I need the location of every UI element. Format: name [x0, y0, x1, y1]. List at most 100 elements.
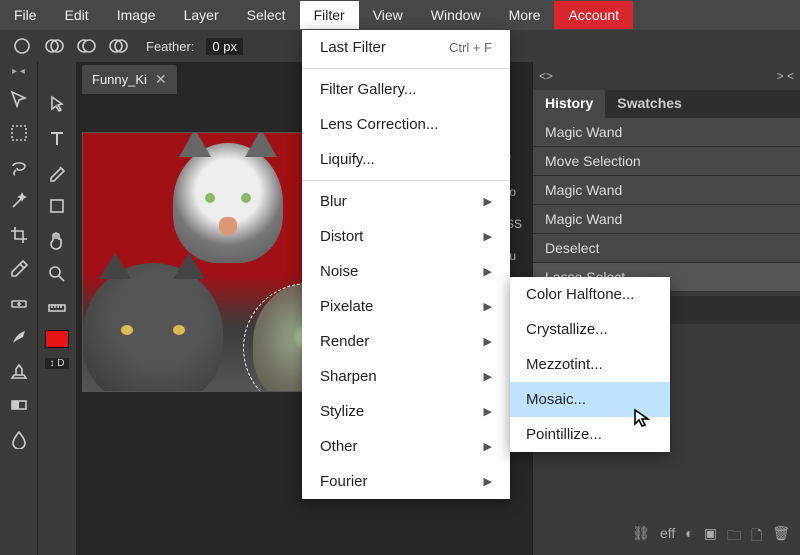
submenu-arrow-icon: ▶: [484, 405, 492, 418]
menu-item-stylize[interactable]: Stylize ▶: [302, 394, 510, 429]
document-tab-title: Funny_Ki: [92, 72, 147, 87]
history-item[interactable]: Magic Wand: [533, 176, 800, 205]
healing-brush-tool-icon[interactable]: [7, 291, 31, 315]
menu-item-label: Stylize: [320, 403, 364, 420]
submenu-item-color-halftone[interactable]: Color Halftone...: [510, 277, 670, 312]
history-item[interactable]: Magic Wand: [533, 118, 800, 147]
history-item[interactable]: Move Selection: [533, 147, 800, 176]
submenu-arrow-icon: ▶: [484, 195, 492, 208]
selection-new-icon[interactable]: [10, 34, 34, 58]
crop-tool-icon[interactable]: [7, 223, 31, 247]
submenu-arrow-icon: ▶: [484, 335, 492, 348]
move-tool-icon[interactable]: [7, 87, 31, 111]
menu-item-render[interactable]: Render ▶: [302, 324, 510, 359]
blur-tool-icon[interactable]: [7, 427, 31, 451]
new-group-icon[interactable]: 🗀: [727, 525, 741, 549]
brush-tool-icon[interactable]: [7, 325, 31, 349]
menu-item-label: Noise: [320, 263, 358, 280]
collapse-tools-icon[interactable]: ▸ ◂: [12, 66, 25, 77]
menu-item-other[interactable]: Other ▶: [302, 429, 510, 464]
shape-tool-icon[interactable]: [45, 194, 69, 218]
tools-column-b: ↕ D: [38, 62, 76, 555]
menu-layer[interactable]: Layer: [170, 1, 233, 29]
menu-item-blur[interactable]: Blur▶: [302, 184, 510, 219]
clone-stamp-tool-icon[interactable]: [7, 359, 31, 383]
menu-item-label: Mezzotint...: [526, 356, 603, 373]
menu-item-label: Distort: [320, 228, 363, 245]
history-list: Magic Wand Move Selection Magic Wand Mag…: [533, 118, 800, 292]
menu-item-label: Mosaic...: [526, 391, 586, 408]
menu-item-sharpen[interactable]: Sharpen▶: [302, 359, 510, 394]
menu-item-distort[interactable]: Distort ▶: [302, 219, 510, 254]
menu-more[interactable]: More: [495, 1, 555, 29]
submenu-arrow-icon: ▶: [484, 300, 492, 313]
adjustment-layer-icon[interactable]: ◐: [685, 525, 693, 549]
history-panel: History Swatches Magic Wand Move Selecti…: [533, 90, 800, 292]
zoom-tool-icon[interactable]: [45, 262, 69, 286]
tools-column-a: ▸ ◂: [0, 62, 38, 555]
feather-value[interactable]: 0 px: [206, 38, 243, 55]
menu-filter[interactable]: Filter: [300, 1, 359, 29]
ruler-tool-icon[interactable]: [45, 296, 69, 320]
close-document-icon[interactable]: ✕: [155, 71, 167, 88]
menu-item-filter-gallery[interactable]: Filter Gallery...: [302, 72, 510, 107]
menu-item-last-filter[interactable]: Last Filter Ctrl + F: [302, 30, 510, 65]
menu-item-lens-correction[interactable]: Lens Correction...: [302, 107, 510, 142]
menu-item-pixelate[interactable]: Pixelate▶: [302, 289, 510, 324]
collapsed-tab-diamond-icon[interactable]: <>: [535, 66, 557, 86]
menu-window[interactable]: Window: [417, 1, 495, 29]
history-item[interactable]: Deselect: [533, 234, 800, 263]
menu-item-label: Render: [320, 333, 369, 350]
pen-tool-icon[interactable]: [45, 160, 69, 184]
menu-item-noise[interactable]: Noise▶: [302, 254, 510, 289]
menu-item-label: Filter Gallery...: [320, 81, 416, 98]
menu-file[interactable]: File: [0, 1, 51, 29]
menu-separator: [302, 180, 510, 181]
type-tool-icon[interactable]: [45, 126, 69, 150]
document-tab[interactable]: Funny_Ki ✕: [82, 65, 177, 94]
submenu-item-mezzotint[interactable]: Mezzotint...: [510, 347, 670, 382]
hand-tool-icon[interactable]: [45, 228, 69, 252]
submenu-arrow-icon: ▶: [484, 370, 492, 383]
menu-item-label: Other: [320, 438, 358, 455]
selection-subtract-icon[interactable]: [74, 34, 98, 58]
menu-select[interactable]: Select: [233, 1, 300, 29]
selection-add-icon[interactable]: [42, 34, 66, 58]
layer-mask-icon[interactable]: ▣: [704, 525, 717, 549]
swatches-tab[interactable]: Swatches: [605, 90, 694, 118]
selection-tool-icon[interactable]: [45, 92, 69, 116]
menu-item-label: Lens Correction...: [320, 116, 438, 133]
keyboard-shortcut: Ctrl + F: [449, 40, 492, 55]
menu-view[interactable]: View: [359, 1, 417, 29]
feather-label: Feather:: [146, 39, 194, 54]
gradient-tool-icon[interactable]: [7, 393, 31, 417]
image-content: [83, 263, 223, 392]
swap-colors-label[interactable]: ↕ D: [45, 358, 69, 369]
image-content: [173, 143, 283, 263]
mouse-cursor-icon: [632, 408, 652, 433]
lasso-tool-icon[interactable]: [7, 155, 31, 179]
submenu-arrow-icon: ▶: [484, 230, 492, 243]
selection-intersect-icon[interactable]: [106, 34, 130, 58]
menu-separator: [302, 68, 510, 69]
menu-account[interactable]: Account: [554, 1, 633, 29]
magic-wand-tool-icon[interactable]: [7, 189, 31, 213]
marquee-tool-icon[interactable]: [7, 121, 31, 145]
layer-effects-label[interactable]: eff: [660, 525, 675, 549]
filter-dropdown: Last Filter Ctrl + F Filter Gallery... L…: [302, 30, 510, 499]
delete-layer-icon[interactable]: 🗑: [772, 525, 790, 549]
history-tab[interactable]: History: [533, 90, 605, 118]
submenu-arrow-icon: ▶: [484, 440, 492, 453]
menu-item-fourier[interactable]: Fourier▶: [302, 464, 510, 499]
menu-item-liquify[interactable]: Liquify...: [302, 142, 510, 177]
eyedropper-tool-icon[interactable]: [7, 257, 31, 281]
history-item[interactable]: Magic Wand: [533, 205, 800, 234]
submenu-item-crystallize[interactable]: Crystallize...: [510, 312, 670, 347]
link-layers-icon[interactable]: ⛓: [632, 525, 650, 549]
menu-item-label: Crystallize...: [526, 321, 608, 338]
collapse-hint[interactable]: > <: [773, 66, 798, 86]
menu-edit[interactable]: Edit: [51, 1, 103, 29]
foreground-color-swatch[interactable]: [45, 330, 69, 348]
menu-image[interactable]: Image: [103, 1, 170, 29]
new-layer-icon[interactable]: 🗋: [751, 525, 762, 549]
